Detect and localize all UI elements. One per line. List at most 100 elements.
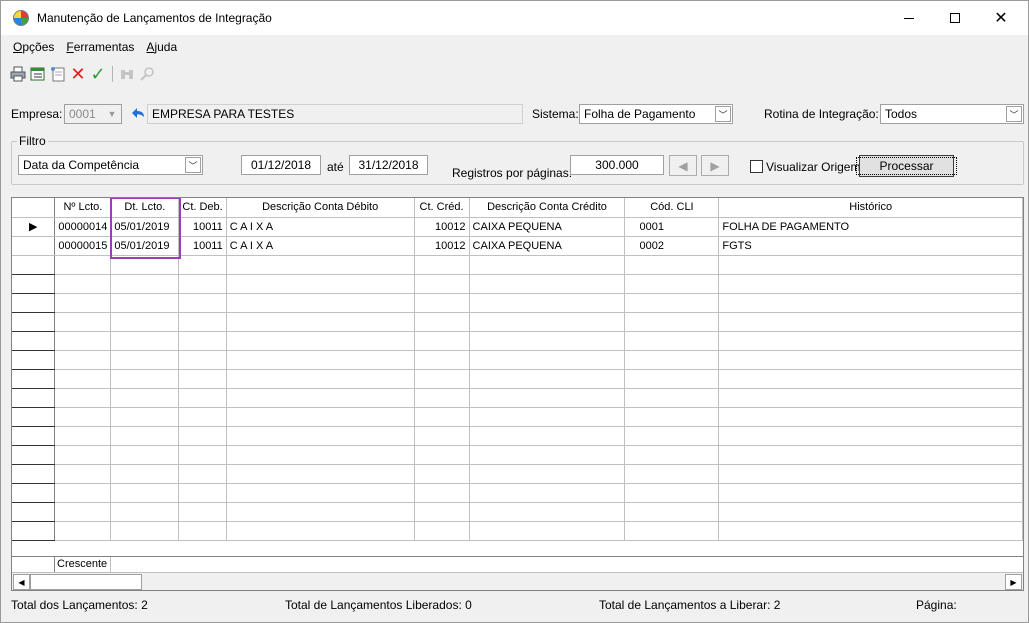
table-cell[interactable]: FOLHA DE PAGAMENTO <box>718 217 1023 237</box>
maximize-button[interactable] <box>932 1 978 35</box>
chevron-down-icon[interactable]: ▼ <box>104 106 120 122</box>
table-cell[interactable]: 0001 <box>624 217 720 237</box>
table-cell[interactable]: 05/01/2019 <box>110 217 180 237</box>
empty-cell <box>624 274 720 294</box>
empty-cell <box>178 426 227 446</box>
empty-row <box>12 426 1023 446</box>
scroll-right-button[interactable]: ▶ <box>1005 574 1022 590</box>
confirm-icon[interactable]: ✓ <box>89 64 107 84</box>
scroll-left-button[interactable]: ◀ <box>13 574 30 590</box>
prev-page-button[interactable]: ◀ <box>669 155 697 176</box>
empty-cell <box>54 274 112 294</box>
empresa-code-field[interactable]: 0001 ▼ <box>64 104 122 124</box>
registros-field[interactable]: 300.000 <box>570 155 664 175</box>
empty-cell <box>718 312 1023 332</box>
table-cell[interactable]: 10012 <box>414 217 470 237</box>
empty-cell <box>469 445 626 465</box>
binoculars-icon[interactable] <box>118 65 136 83</box>
table-row[interactable]: 00000015 05/01/2019 10011 C A I X A 1001… <box>12 236 1023 256</box>
empty-cell <box>718 464 1023 484</box>
filtro-type-select[interactable]: Data da Competência ﹀ <box>18 155 203 175</box>
empty-cell <box>624 388 720 408</box>
print-icon[interactable] <box>9 65 27 83</box>
table-cell[interactable]: CAIXA PEQUENA <box>469 217 626 237</box>
column-header[interactable]: Nº Lcto. <box>54 198 112 218</box>
table-cell[interactable]: C A I X A <box>226 236 415 256</box>
scroll-thumb[interactable] <box>30 574 142 590</box>
empty-row <box>12 369 1023 389</box>
empty-cell <box>54 407 112 427</box>
empty-cell <box>414 293 470 313</box>
empty-cell <box>12 255 56 275</box>
visualizar-origem-checkbox[interactable] <box>750 160 763 173</box>
empty-cell <box>718 274 1023 294</box>
sistema-select[interactable]: Folha de Pagamento ﹀ <box>579 104 733 124</box>
chevron-down-icon[interactable]: ﹀ <box>715 106 731 122</box>
table-cell[interactable]: C A I X A <box>226 217 415 237</box>
search-icon[interactable] <box>138 65 156 83</box>
table-cell[interactable]: CAIXA PEQUENA <box>469 236 626 256</box>
column-header[interactable]: Ct. Deb. <box>178 198 227 218</box>
table-cell[interactable]: 00000014 <box>54 217 112 237</box>
empty-cell <box>469 502 626 522</box>
table-cell[interactable]: 10011 <box>178 217 227 237</box>
table-cell[interactable]: FGTS <box>718 236 1023 256</box>
empty-cell <box>54 483 112 503</box>
cancel-icon[interactable]: ✕ <box>69 64 87 84</box>
new-document-icon[interactable] <box>49 65 67 83</box>
minimize-icon <box>904 17 914 19</box>
empty-rows <box>12 255 1023 541</box>
row-indicator[interactable]: ▶ <box>12 217 56 237</box>
date-from-field[interactable]: 01/12/2018 <box>241 155 321 175</box>
undo-icon[interactable] <box>129 105 147 123</box>
lancamentos-grid[interactable]: Nº Lcto. Dt. Lcto. Ct. Deb. Descrição Co… <box>11 197 1024 591</box>
column-header[interactable]: Descrição Conta Débito <box>226 198 415 218</box>
table-row[interactable]: ▶ 00000014 05/01/2019 10011 C A I X A 10… <box>12 217 1023 237</box>
empty-cell <box>110 388 180 408</box>
column-header[interactable]: Histórico <box>718 198 1023 218</box>
empty-cell <box>110 407 180 427</box>
empty-row <box>12 464 1023 484</box>
empty-cell <box>110 426 180 446</box>
empty-cell <box>414 388 470 408</box>
menu-ajuda-rest: juda <box>154 40 178 54</box>
empty-cell <box>110 293 180 313</box>
menu-opcoes[interactable]: Opções <box>13 40 54 54</box>
close-button[interactable]: ✕ <box>978 1 1024 35</box>
column-header[interactable]: Cód. CLI <box>624 198 720 218</box>
next-page-button[interactable]: ▶ <box>701 155 729 176</box>
empty-cell <box>54 312 112 332</box>
empty-cell <box>12 521 56 541</box>
table-cell[interactable]: 0002 <box>624 236 720 256</box>
column-header[interactable]: Descrição Conta Crédito <box>469 198 626 218</box>
empty-cell <box>624 255 720 275</box>
table-cell[interactable]: 10012 <box>414 236 470 256</box>
row-indicator[interactable] <box>12 236 56 256</box>
export-icon[interactable] <box>29 65 47 83</box>
chevron-down-icon[interactable]: ﹀ <box>1006 106 1022 122</box>
column-header[interactable]: Dt. Lcto. <box>110 198 180 218</box>
empty-cell <box>469 293 626 313</box>
minimize-button[interactable] <box>886 1 932 35</box>
empty-cell <box>624 483 720 503</box>
table-cell[interactable]: 05/01/2019 <box>110 236 180 256</box>
empty-cell <box>718 502 1023 522</box>
empty-cell <box>12 388 56 408</box>
empty-cell <box>469 274 626 294</box>
table-cell[interactable]: 10011 <box>178 236 227 256</box>
horizontal-scrollbar[interactable]: ◀ ▶ <box>12 572 1023 590</box>
chevron-left-icon: ◀ <box>18 577 25 587</box>
empty-cell <box>12 502 56 522</box>
menu-ferramentas[interactable]: Ferramentas <box>66 40 134 54</box>
table-cell[interactable]: 00000015 <box>54 236 112 256</box>
processar-button[interactable]: Processar <box>856 155 957 177</box>
rotina-select[interactable]: Todos ﹀ <box>880 104 1024 124</box>
empty-row <box>12 407 1023 427</box>
empty-cell <box>414 255 470 275</box>
empty-cell <box>12 464 56 484</box>
column-header[interactable]: Ct. Créd. <box>414 198 470 218</box>
empty-cell <box>178 350 227 370</box>
menu-ajuda[interactable]: Ajuda <box>146 40 177 54</box>
chevron-down-icon[interactable]: ﹀ <box>185 157 201 173</box>
date-to-field[interactable]: 31/12/2018 <box>349 155 428 175</box>
